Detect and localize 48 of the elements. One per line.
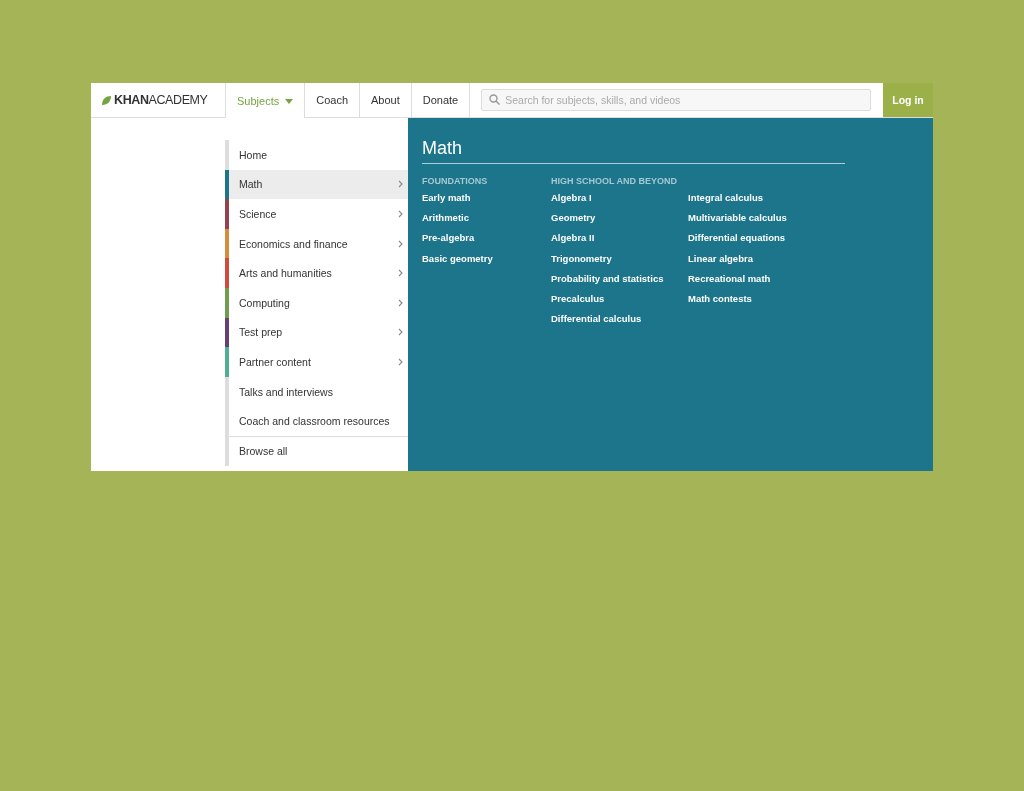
topic-link[interactable]: Algebra II: [551, 232, 688, 253]
subject-menu-item[interactable]: Computing: [225, 287, 408, 318]
topic-link[interactable]: Arithmetic: [422, 212, 551, 233]
nav-tab[interactable]: About: [359, 83, 411, 117]
leaf-icon: [101, 94, 112, 106]
chevron-right-icon: [398, 239, 403, 248]
topic-link[interactable]: Basic geometry: [422, 252, 551, 273]
chevron-right-icon: [398, 357, 403, 366]
topic-link[interactable]: Pre-algebra: [422, 232, 551, 253]
chevron-right-icon: [398, 180, 403, 189]
nav-tab[interactable]: Donate: [410, 83, 470, 117]
chevron-right-icon: [398, 328, 403, 337]
chevron-right-icon: [398, 298, 403, 307]
subject-menu-item[interactable]: Economics and finance: [225, 228, 408, 259]
topic-link[interactable]: Multivariable calculus: [688, 212, 825, 233]
topic-link[interactable]: Probability and statistics: [551, 272, 688, 293]
topic-link[interactable]: Integral calculus: [688, 192, 825, 213]
subject-menu-item[interactable]: Science: [225, 199, 408, 229]
subject-menu-item[interactable]: Browse all: [225, 435, 408, 466]
topic-link[interactable]: Math contests: [688, 292, 825, 314]
logo-link[interactable]: KHANACADEMY: [91, 83, 225, 117]
topic-link[interactable]: Differential equations: [688, 232, 825, 253]
chevron-right-icon: [398, 210, 403, 218]
subject-menu-item[interactable]: Arts and humanities: [225, 258, 408, 288]
subject-menu-item[interactable]: Math: [225, 169, 408, 200]
panel-title: Math: [422, 138, 845, 164]
subject-menu-item[interactable]: Talks and interviews: [225, 376, 408, 407]
search-icon: [489, 94, 501, 105]
subject-menu-item[interactable]: Test prep: [225, 317, 408, 348]
topic-link[interactable]: Differential calculus: [551, 313, 688, 334]
section-heading: HIGH SCHOOL AND BEYOND: [551, 176, 678, 188]
chevron-right-icon: [398, 269, 403, 278]
topic-link[interactable]: Linear algebra: [688, 252, 825, 273]
nav-tab[interactable]: Subjects: [225, 83, 305, 119]
logo-text: KHANACADEMY: [114, 93, 208, 107]
subject-menu-item[interactable]: Coach and classroom resources: [225, 406, 408, 436]
topic-link[interactable]: Recreational math: [688, 272, 825, 293]
topic-link[interactable]: Early math: [422, 192, 551, 213]
topic-link[interactable]: Geometry: [551, 212, 688, 233]
nav-tab[interactable]: Coach: [304, 83, 359, 117]
topic-link[interactable]: Trigonometry: [551, 252, 688, 273]
section-heading: FOUNDATIONS: [422, 176, 489, 188]
subject-menu-item[interactable]: Partner content: [225, 347, 408, 377]
search-field[interactable]: Search for subjects, skills, and videos: [481, 89, 871, 111]
subject-menu-item[interactable]: Home: [225, 140, 408, 170]
topic-link[interactable]: Algebra I: [551, 192, 688, 213]
topic-link[interactable]: Precalculus: [551, 292, 688, 314]
caret-icon: [285, 98, 294, 104]
